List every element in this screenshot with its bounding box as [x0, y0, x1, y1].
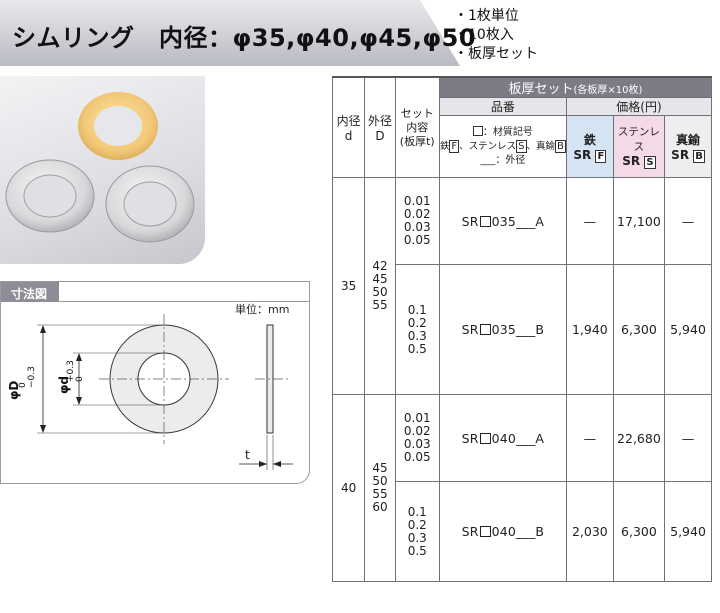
thickness-cell: 0.1 0.2 0.3 0.5	[394, 264, 440, 395]
header-thickness-set: 板厚セット(各板厚×10枚)	[438, 76, 713, 98]
feature-item: ・板厚セット	[454, 46, 538, 62]
inner-diameter-cell: 35	[331, 177, 366, 395]
product-photo	[0, 76, 205, 264]
part-number-cell: SR 035___A	[438, 177, 567, 265]
header-outer: 外径 D	[364, 76, 396, 178]
price-stainless: 6,300	[612, 264, 666, 395]
price-steel: —	[565, 177, 614, 265]
material-key: ：材質記号 鉄 F 、ステンレス S 、真鍮 B ___：外径	[438, 115, 567, 178]
header-price: 価格(円)	[565, 97, 713, 116]
price-stainless: 22,680	[612, 394, 666, 482]
dimension-drawing: 寸法図 単位：mm φD 0 −0.3 φd +0.3 0 t	[0, 281, 310, 484]
page-header: シムリング 内径：φ35,φ40,φ45,φ50 ・ 1枚単位 ・ 10枚入 ・板厚…	[0, 0, 720, 66]
ring-front-view	[99, 314, 229, 444]
header-brass: 真鍮 SR B	[664, 115, 712, 178]
steel-ring-image	[5, 159, 95, 233]
part-number-cell: SR 040___A	[438, 394, 567, 482]
header-part-number: 品番	[438, 97, 567, 116]
outer-diameter-cell: 42 45 50 55	[364, 177, 396, 395]
part-number-cell: SR 035___B	[438, 264, 567, 395]
page-title: シムリング 内径：φ35,φ40,φ45,φ50	[12, 24, 477, 52]
header-inner: 内径 d	[331, 76, 366, 178]
thickness-label: t	[245, 448, 250, 462]
table-row: 35 42 45 50 55 0.01 0.02 0.03 0.05 SR 035___A…	[331, 177, 712, 395]
price-steel: 1,940	[565, 264, 614, 395]
price-brass: —	[664, 394, 712, 482]
thickness-cell: 0.01 0.02 0.03 0.05	[394, 177, 440, 265]
stainless-ring-image	[105, 165, 195, 243]
price-brass: 5,940	[664, 481, 712, 582]
thickness-cell: 0.1 0.2 0.3 0.5	[394, 481, 440, 582]
header-set: セット 内容 (板厚t)	[394, 76, 440, 178]
inner-tolerance: +0.3 0	[66, 360, 85, 382]
price-table: 内径 d 外径 D セット 内容 (板厚t) 板厚セット(各板厚×10枚) 品番 価格(…	[331, 76, 713, 582]
price-steel: —	[565, 394, 614, 482]
feature-item: ・ 1枚単位	[454, 8, 519, 24]
part-number-cell: SR 040___B	[438, 481, 567, 582]
table-row: 40 45 50 55 60 0.01 0.02 0.03 0.05 SR 040___A…	[331, 394, 712, 582]
feature-item: ・ 10枚入	[454, 27, 514, 43]
outer-tolerance: 0 −0.3	[18, 366, 37, 388]
header-steel: 鉄 SR F	[565, 115, 614, 178]
price-stainless: 17,100	[612, 177, 666, 265]
outer-diameter-cell: 45 50 55 60	[364, 394, 396, 582]
price-brass: 5,940	[664, 264, 712, 395]
feature-list: ・ 1枚単位 ・ 10枚入 ・板厚セット	[454, 7, 538, 64]
brass-ring-image	[78, 92, 158, 160]
header-stainless: ステンレス SR S	[612, 115, 666, 178]
inner-diameter-cell: 40	[331, 394, 366, 582]
price-steel: 2,030	[565, 481, 614, 582]
price-stainless: 6,300	[612, 481, 666, 582]
thickness-cell: 0.01 0.02 0.03 0.05	[394, 394, 440, 482]
price-brass: —	[664, 177, 712, 265]
